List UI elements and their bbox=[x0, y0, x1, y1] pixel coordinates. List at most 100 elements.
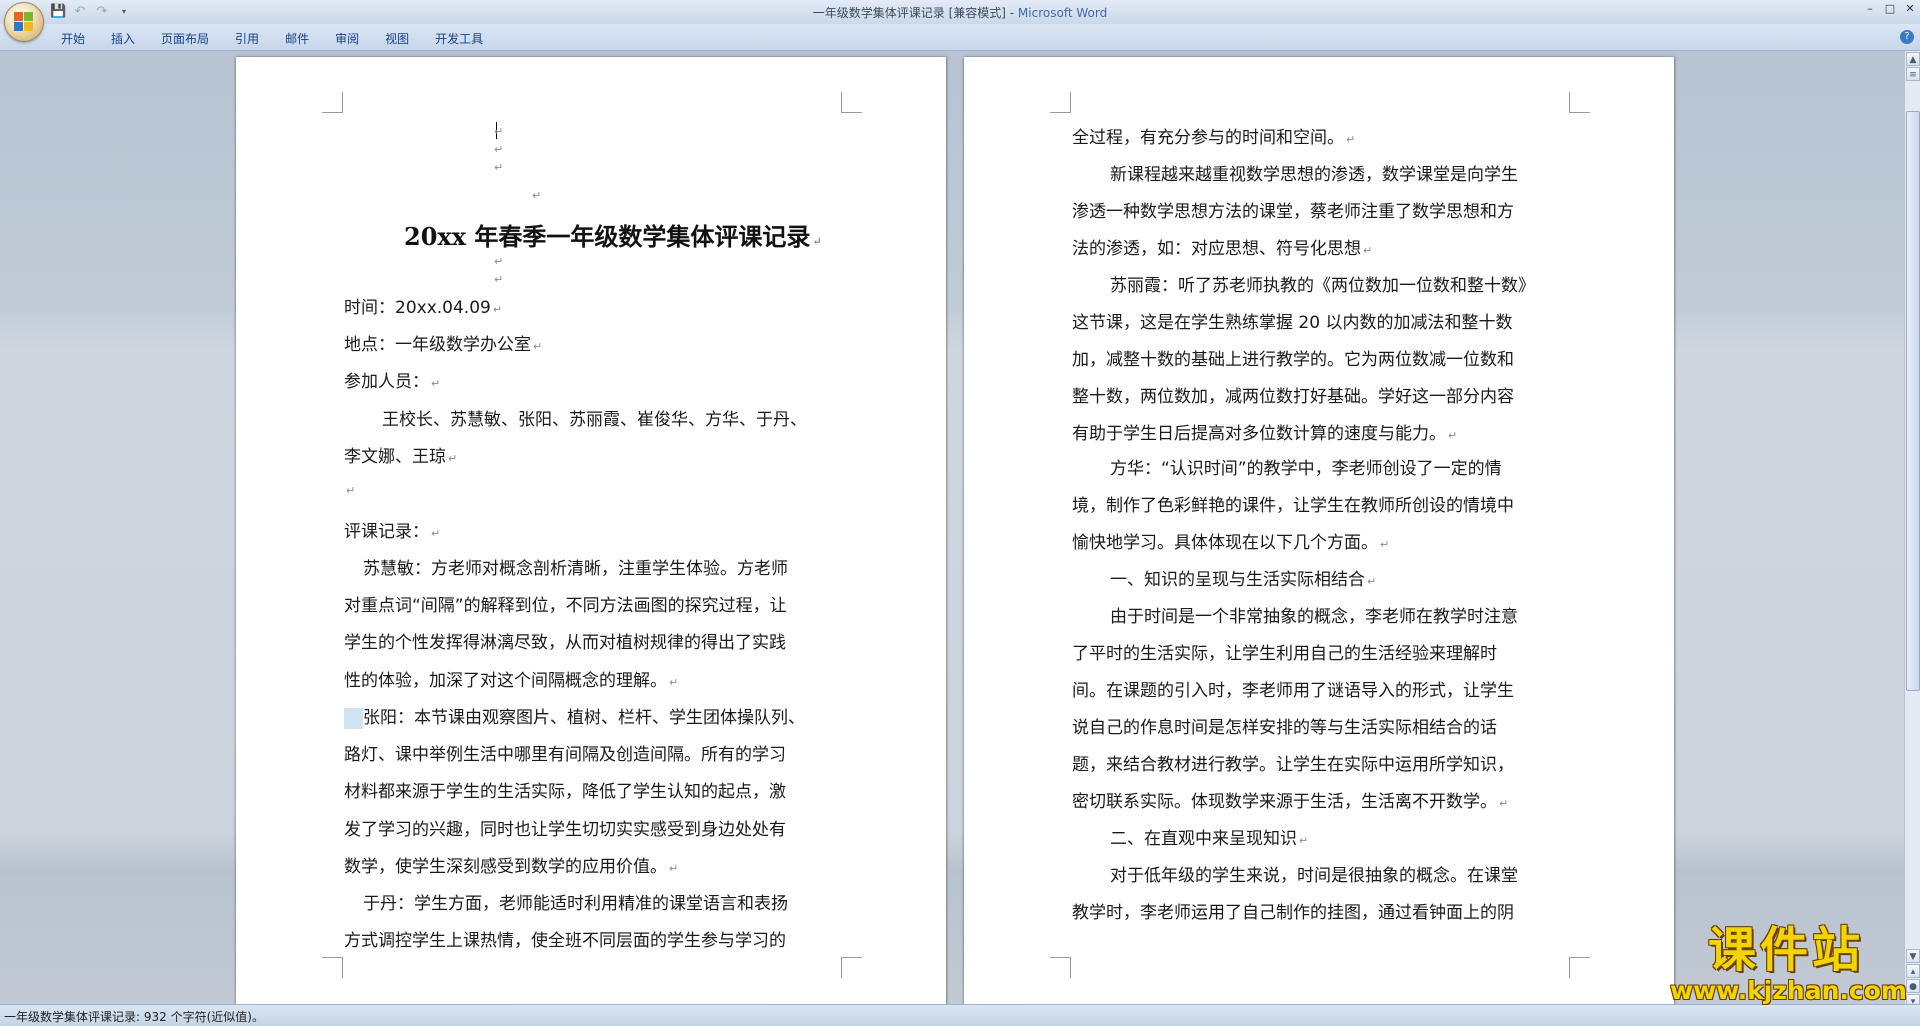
paragraph-mark: ↵ bbox=[1299, 834, 1309, 847]
text-line: 于丹：学生方面，老师能适时利用精准的课堂语言和表扬 bbox=[363, 889, 788, 914]
scrollbar-thumb[interactable] bbox=[1906, 111, 1920, 691]
line-text: 法的渗透，如：对应思想、符号化思想 bbox=[1072, 239, 1361, 259]
text-line: 题，来结合教材进行教学。让学生在实际中运用所学知识， bbox=[1072, 750, 1514, 775]
tab-view[interactable]: 视图 bbox=[372, 28, 422, 49]
status-word-count[interactable]: 一年级数学集体评课记录: 932 个字符(近似值)。 bbox=[4, 1008, 264, 1025]
select-browse-object-icon[interactable]: ● bbox=[1906, 979, 1920, 993]
line-text: 有助于学生日后提高对多位数计算的速度与能力。 bbox=[1072, 424, 1446, 444]
window-controls: – □ ✕ bbox=[1860, 0, 1920, 20]
line-text: 评课记录： bbox=[344, 522, 429, 542]
text-line: 一、知识的呈现与生活实际相结合 ↵ bbox=[1110, 565, 1376, 590]
selection-highlight bbox=[344, 708, 363, 729]
paragraph-mark: ↵ bbox=[1448, 429, 1458, 442]
text-line: 性的体验，加深了对这个间隔概念的理解。 ↵ bbox=[344, 666, 678, 691]
text-line: 全过程，有充分参与的时间和空间。 ↵ bbox=[1072, 123, 1355, 148]
paragraph-mark: ↵ bbox=[669, 862, 679, 875]
line-text: 渗透一种数学思想方法的课堂，蔡老师注重了数学思想和方 bbox=[1072, 202, 1514, 222]
tab-review[interactable]: 审阅 bbox=[322, 28, 372, 49]
line-text: 说自己的作息时间是怎样安排的等与生活实际相结合的话 bbox=[1072, 718, 1497, 738]
text-line: 参加人员： ↵ bbox=[344, 367, 440, 392]
text-line: 渗透一种数学思想方法的课堂，蔡老师注重了数学思想和方 bbox=[1072, 197, 1514, 222]
text-line: 整十数，两位数加，减两位数打好基础。学好这一部分内容 bbox=[1072, 382, 1514, 407]
paragraph-mark: ↵ bbox=[346, 484, 356, 497]
paragraph-mark: ↵ bbox=[494, 255, 504, 268]
ruler-toggle-icon[interactable]: ≡ bbox=[1906, 67, 1920, 81]
text-line: 方式调控学生上课热情，使全班不同层面的学生参与学习的 bbox=[344, 926, 786, 951]
site-watermark: 课件站 www.kjzhan.com bbox=[1670, 922, 1907, 1005]
tab-references[interactable]: 引用 bbox=[222, 28, 272, 49]
text-line: 说自己的作息时间是怎样安排的等与生活实际相结合的话 bbox=[1072, 713, 1497, 738]
document-page-1[interactable]: ↵ ↵ ↵ ↵ 20xx 年春季一年级数学集体评课记录 ↵ ↵ ↵ 时间：20xx… bbox=[236, 57, 946, 1017]
text-line: 加，减整十数的基础上进行教学的。它为两位数减一位数和 bbox=[1072, 345, 1514, 370]
document-page-2[interactable]: 全过程，有充分参与的时间和空间。 ↵ 新课程越来越重视数学思想的渗透，数学课堂是向… bbox=[964, 57, 1674, 1017]
previous-page-icon[interactable]: ▴ bbox=[1906, 964, 1920, 978]
line-text: 张阳：本节课由观察图片、植树、栏杆、学生团体操队列、 bbox=[363, 708, 805, 728]
crop-mark bbox=[1569, 957, 1590, 978]
line-text: 发了学习的兴趣，同时也让学生切切实实感受到身边处处有 bbox=[344, 820, 786, 840]
crop-mark bbox=[841, 92, 862, 113]
scroll-down-icon[interactable]: ▼ bbox=[1906, 949, 1920, 963]
vertical-scrollbar[interactable]: ▲ ≡ ▼ ▴ ● ▾ bbox=[1904, 51, 1920, 1011]
tab-mailings[interactable]: 邮件 bbox=[272, 28, 322, 49]
watermark-title: 课件站 bbox=[1707, 922, 1864, 978]
line-text: 方华：“认识时间”的教学中，李老师创设了一定的情 bbox=[1110, 459, 1502, 479]
minimize-icon[interactable]: – bbox=[1860, 0, 1880, 18]
window-title: 一年级数学集体评课记录 [兼容模式] - Microsoft Word bbox=[0, 4, 1920, 21]
office-logo-icon bbox=[14, 12, 34, 32]
line-text: 境，制作了色彩鲜艳的课件，让学生在教师所创设的情境中 bbox=[1072, 496, 1514, 516]
line-text: 路灯、课中举例生活中哪里有间隔及创造间隔。所有的学习 bbox=[344, 745, 786, 765]
line-text: 李文娜、王琼 bbox=[344, 447, 446, 467]
text-line: 法的渗透，如：对应思想、符号化思想 ↵ bbox=[1072, 234, 1372, 259]
paragraph-mark: ↵ bbox=[494, 161, 504, 174]
line-text: 参加人员： bbox=[344, 372, 429, 392]
line-text: 了平时的生活实际，让学生利用自己的生活经验来理解时 bbox=[1072, 644, 1497, 664]
line-text: 对于低年级的学生来说，时间是很抽象的概念。在课堂 bbox=[1110, 866, 1518, 886]
text-line: 间。在课题的引入时，李老师用了谜语导入的形式，让学生 bbox=[1072, 676, 1514, 701]
line-text: 材料都来源于学生的生活实际，降低了学生认知的起点，激 bbox=[344, 782, 786, 802]
title-bar: 💾 ↶ ↷ ▾ 一年级数学集体评课记录 [兼容模式] - Microsoft W… bbox=[0, 0, 1920, 42]
text-line: 了平时的生活实际，让学生利用自己的生活经验来理解时 bbox=[1072, 639, 1497, 664]
tab-page-layout[interactable]: 页面布局 bbox=[148, 28, 222, 49]
scroll-up-icon[interactable]: ▲ bbox=[1906, 52, 1920, 66]
crop-mark bbox=[322, 92, 343, 113]
line-text: 苏慧敏：方老师对概念剖析清晰，注重学生体验。方老师 bbox=[363, 559, 788, 579]
tab-insert[interactable]: 插入 bbox=[98, 28, 148, 49]
help-icon[interactable]: ? bbox=[1900, 30, 1914, 44]
crop-mark bbox=[1050, 92, 1071, 113]
paragraph-mark: ↵ bbox=[448, 452, 458, 465]
close-icon[interactable]: ✕ bbox=[1900, 0, 1920, 18]
line-text: 这节课，这是在学生熟练掌握 20 以内数的加减法和整十数 bbox=[1072, 313, 1513, 333]
crop-mark bbox=[841, 957, 862, 978]
tab-developer[interactable]: 开发工具 bbox=[422, 28, 496, 49]
ribbon-tabs: 开始 插入 页面布局 引用 邮件 审阅 视图 开发工具 bbox=[48, 28, 496, 49]
office-button[interactable] bbox=[4, 2, 44, 42]
line-text: 苏丽霞：听了苏老师执教的《两位数加一位数和整十数》 bbox=[1110, 276, 1535, 296]
paragraph-mark: ↵ bbox=[431, 377, 441, 390]
paragraph-mark: ↵ bbox=[492, 303, 503, 316]
line-text: 新课程越来越重视数学思想的渗透，数学课堂是向学生 bbox=[1110, 165, 1518, 185]
text-line: 路灯、课中举例生活中哪里有间隔及创造间隔。所有的学习 bbox=[344, 740, 786, 765]
text-line: 发了学习的兴趣，同时也让学生切切实实感受到身边处处有 bbox=[344, 815, 786, 840]
line-text: 由于时间是一个非常抽象的概念，李老师在教学时注意 bbox=[1110, 607, 1518, 627]
text-line: 材料都来源于学生的生活实际，降低了学生认知的起点，激 bbox=[344, 777, 786, 802]
paragraph-mark: ↵ bbox=[1499, 797, 1509, 810]
line-text: 性的体验，加深了对这个间隔概念的理解。 bbox=[344, 671, 667, 691]
tab-home[interactable]: 开始 bbox=[48, 28, 98, 49]
text-line: 境，制作了色彩鲜艳的课件，让学生在教师所创设的情境中 bbox=[1072, 491, 1514, 516]
line-text: 教学时，李老师运用了自己制作的挂图，通过看钟面上的阴 bbox=[1072, 903, 1514, 923]
line-text: 数学，使学生深刻感受到数学的应用价值。 bbox=[344, 857, 667, 877]
restore-icon[interactable]: □ bbox=[1880, 0, 1900, 18]
text-line: 对重点词“间隔”的解释到位，不同方法画图的探究过程，让 bbox=[344, 591, 787, 616]
line-text: 学生的个性发挥得淋漓尽致，从而对植树规律的得出了实践 bbox=[344, 633, 786, 653]
line-text: 方式调控学生上课热情，使全班不同层面的学生参与学习的 bbox=[344, 931, 786, 951]
document-workspace: ↵ ↵ ↵ ↵ 20xx 年春季一年级数学集体评课记录 ↵ ↵ ↵ 时间：20xx… bbox=[0, 51, 1904, 1017]
line-text: 一、知识的呈现与生活实际相结合 bbox=[1110, 570, 1365, 590]
text-line: 苏慧敏：方老师对概念剖析清晰，注重学生体验。方老师 bbox=[363, 554, 788, 579]
text-line: ↵ bbox=[344, 479, 355, 499]
status-bar: 一年级数学集体评课记录: 932 个字符(近似值)。 bbox=[0, 1004, 1920, 1026]
text-line: 王校长、苏慧敏、张阳、苏丽霞、崔俊华、方华、于丹、 bbox=[382, 405, 807, 430]
line-text: 对重点词“间隔”的解释到位，不同方法画图的探究过程，让 bbox=[344, 596, 787, 616]
watermark-url: www.kjzhan.com bbox=[1670, 976, 1907, 1005]
paragraph-mark: ↵ bbox=[1380, 538, 1390, 551]
paragraph-mark: ↵ bbox=[669, 676, 679, 689]
